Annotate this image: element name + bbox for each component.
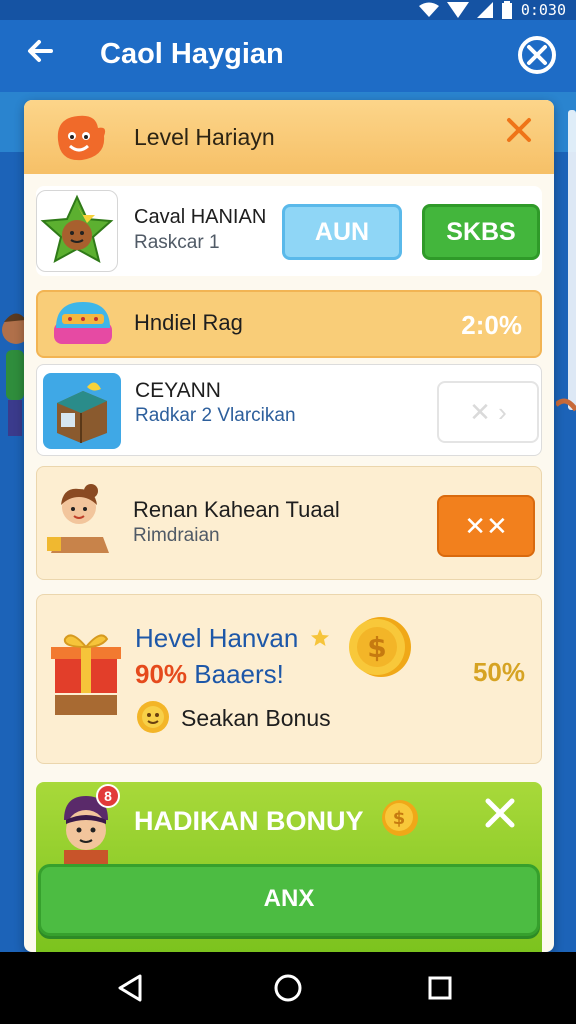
girl-character-icon <box>47 484 109 553</box>
panel-title: Level Hariayn <box>134 124 275 150</box>
close-icon <box>507 118 531 142</box>
promo-text: Baaers! <box>194 659 284 689</box>
bonus-close-button[interactable] <box>480 796 520 836</box>
item-percent: 2:0% <box>461 310 522 340</box>
list-item: Renan Kahean Tuaal Rimdraian ✕✕ <box>36 466 542 580</box>
close-icon <box>485 798 515 828</box>
cta-button[interactable]: ANX <box>38 864 540 936</box>
coin-icon <box>137 701 169 733</box>
nav-home-button[interactable] <box>270 970 306 1006</box>
status-bar: 0:030 <box>0 0 576 20</box>
offer-promo: 90% Baaers! <box>135 659 284 690</box>
coin-icon: $ <box>382 800 418 836</box>
background-character <box>2 313 24 436</box>
item-title: Renan Kahean Tuaal <box>133 497 340 522</box>
status-icons: 0:030 <box>418 1 566 19</box>
item-subtitle: Radkar 2 Vlarcikan <box>135 405 296 426</box>
list-item: Caval HANIAN Raskcar 1 AUN SKBS <box>36 186 542 276</box>
arrow-left-icon <box>28 40 53 62</box>
aun-button[interactable]: AUN <box>282 204 402 260</box>
signal-icon <box>446 2 469 18</box>
wifi-icon <box>418 2 439 17</box>
app-bar: Caol Haygian <box>0 20 576 92</box>
disabled-action-button[interactable]: ✕ › <box>437 381 539 443</box>
box-icon <box>43 373 121 449</box>
cell-signal-icon <box>476 2 493 18</box>
panel-header: Level Hariayn <box>24 100 554 174</box>
offer-title: Hevel Hanvan <box>135 623 299 653</box>
bonus-label: Seakan Bonus <box>181 705 331 731</box>
triangle-back-icon <box>118 974 142 1002</box>
system-nav-bar <box>0 952 576 1024</box>
item-subtitle: Rimdraian <box>133 525 220 546</box>
item-thumbnail <box>36 190 118 272</box>
offer-percent: 50% <box>472 657 525 687</box>
list-item: Hndiel Rag 2:0% <box>36 290 542 358</box>
nav-back-button[interactable] <box>112 970 148 1006</box>
item-title: CEYANN <box>135 379 221 402</box>
item-title: Caval HANIAN <box>134 206 267 228</box>
close-button[interactable] <box>518 36 556 74</box>
panel-close-button[interactable] <box>502 116 536 150</box>
star-character-icon <box>40 194 114 263</box>
star-icon <box>311 629 329 646</box>
background-scroll-edge <box>556 110 576 412</box>
nav-recents-button[interactable] <box>422 970 458 1006</box>
circle-home-icon <box>274 974 302 1002</box>
svg-text:$: $ <box>393 808 406 829</box>
bonus-title: HADIKAN BONUY <box>134 806 364 836</box>
coin-icon: $ <box>349 617 411 677</box>
mascot-icon <box>57 115 106 161</box>
gift-box-icon <box>51 634 121 715</box>
square-recents-icon <box>428 976 452 1000</box>
item-title: Hndiel Rag <box>134 310 243 335</box>
status-time: 0:030 <box>520 1 566 19</box>
back-button[interactable] <box>22 36 58 72</box>
claim-button[interactable]: ✕✕ <box>437 495 535 557</box>
battery-icon <box>501 1 512 19</box>
close-icon <box>527 45 547 65</box>
promo-percent: 90% <box>135 659 188 689</box>
bag-icon <box>54 302 112 344</box>
daily-level-panel: Level Hariayn Caval HANIAN Raskcar 1 AUN… <box>24 100 554 952</box>
bonus-offer: Hevel Hanvan $ 90% Baaers! Seakan Bonus … <box>36 594 542 764</box>
svg-text:$: $ <box>367 631 386 664</box>
notification-badge: 8 <box>96 784 120 808</box>
list-item: CEYANN Radkar 2 Vlarcikan ✕ › <box>36 364 542 456</box>
page-title: Caol Haygian <box>100 38 284 70</box>
item-subtitle: Raskcar 1 <box>134 232 220 253</box>
skbs-button[interactable]: SKBS <box>422 204 540 260</box>
